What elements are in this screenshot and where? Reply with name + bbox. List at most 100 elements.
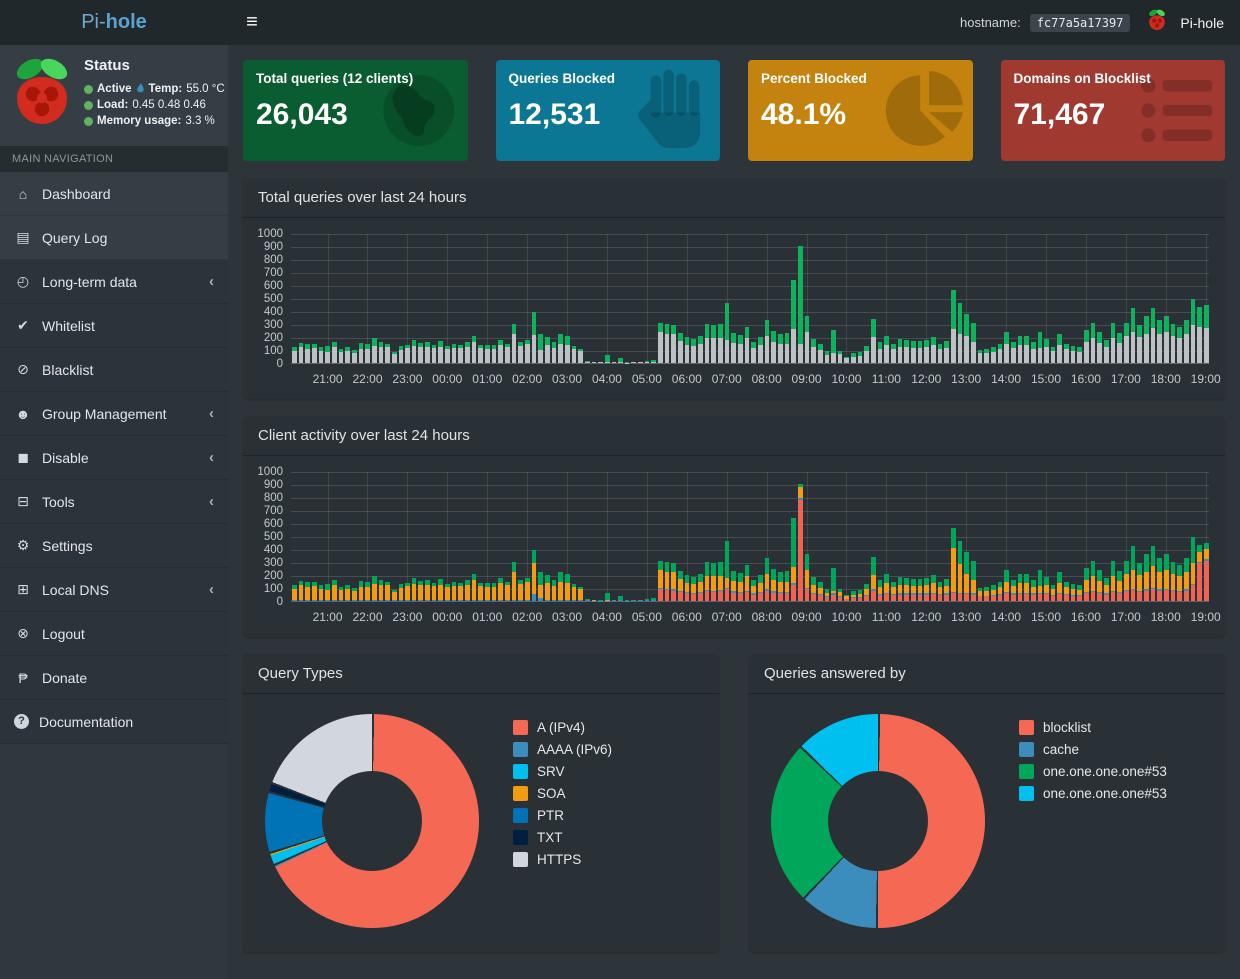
bar-slot — [630, 234, 637, 363]
sidebar-item-disable[interactable]: ◼Disable‹ — [0, 436, 228, 480]
status-title: Status — [84, 57, 225, 74]
x-tick-label: 09:00 — [792, 610, 822, 624]
legend-swatch — [513, 852, 528, 867]
bar-slot — [710, 472, 717, 601]
x-tick-label: 09:00 — [792, 372, 822, 386]
y-tick-label: 900 — [264, 241, 283, 253]
sidebar-item-tools[interactable]: ⊟Tools‹ — [0, 480, 228, 524]
legend-item[interactable]: AAAA (IPv6) — [513, 742, 612, 757]
paypal-icon: ₱ — [14, 670, 32, 686]
bar-slot — [444, 472, 451, 601]
legend-label: SRV — [537, 764, 565, 779]
bar-slot — [957, 472, 964, 601]
bar-slot — [1150, 472, 1157, 601]
legend-item[interactable]: SRV — [513, 764, 612, 779]
x-tick-label: 10:00 — [831, 372, 861, 386]
legend-item[interactable]: PTR — [513, 808, 612, 823]
bar-slot — [577, 234, 584, 363]
legend-swatch — [1019, 764, 1034, 779]
bar-slot — [551, 234, 558, 363]
legend-item[interactable]: one.one.one.one#53 — [1019, 786, 1167, 801]
bar-slot — [1023, 234, 1030, 363]
bar-slot — [950, 234, 957, 363]
bar-slot — [311, 472, 318, 601]
sidebar-item-label: Local DNS — [42, 582, 109, 598]
bar-slot — [351, 472, 358, 601]
bar-slot — [937, 472, 944, 601]
bar-slot — [983, 472, 990, 601]
sidebar-item-logout[interactable]: ⊗Logout — [0, 612, 228, 656]
sidebar-item-query-log[interactable]: ▤Query Log — [0, 216, 228, 260]
sidebar-item-long-term-data[interactable]: ◴Long-term data‹ — [0, 260, 228, 304]
sidebar-item-whitelist[interactable]: ✔Whitelist — [0, 304, 228, 348]
bar-slot — [697, 472, 704, 601]
bar-slot — [1063, 472, 1070, 601]
sidebar-item-blacklist[interactable]: ⊘Blacklist — [0, 348, 228, 392]
legend-item[interactable]: cache — [1019, 742, 1167, 757]
bar-slot — [1116, 472, 1123, 601]
sidebar: Pi-hole Status Active — [0, 0, 228, 979]
bar-slot — [650, 472, 657, 601]
raspberry-logo-icon — [1147, 8, 1167, 37]
legend-item[interactable]: TXT — [513, 830, 612, 845]
bar-slot — [837, 234, 844, 363]
bar-slot — [371, 472, 378, 601]
legend-item[interactable]: HTTPS — [513, 852, 612, 867]
bar-slot — [664, 234, 671, 363]
sidebar-item-group-management[interactable]: ☻Group Management‹ — [0, 392, 228, 436]
bar-slot — [1030, 234, 1037, 363]
x-tick-label: 23:00 — [392, 610, 422, 624]
chevron-left-icon: ‹ — [209, 273, 214, 290]
nav-section-label: MAIN NAVIGATION — [0, 146, 228, 172]
x-tick-label: 23:00 — [392, 372, 422, 386]
bar-slot — [657, 472, 664, 601]
legend-item[interactable]: SOA — [513, 786, 612, 801]
sidebar-item-local-dns[interactable]: ⊞Local DNS‹ — [0, 568, 228, 612]
bar-slot — [917, 234, 924, 363]
bar-slot — [517, 234, 524, 363]
bar-slot — [1056, 234, 1063, 363]
legend-swatch — [513, 742, 528, 757]
hamburger-menu-icon[interactable]: ≡ — [228, 11, 276, 34]
bar-slot — [298, 234, 305, 363]
bar-slot — [378, 472, 385, 601]
bar-slot — [970, 472, 977, 601]
bar-slot — [637, 234, 644, 363]
y-tick-label: 1000 — [257, 466, 283, 478]
bar-slot — [843, 472, 850, 601]
y-tick-label: 500 — [264, 293, 283, 305]
summary-cards: Total queries (12 clients)26,043Queries … — [243, 60, 1225, 161]
bar-slot — [484, 472, 491, 601]
bar-slot — [1123, 472, 1130, 601]
bar-slot — [890, 234, 897, 363]
bar-slot — [1050, 472, 1057, 601]
bar-slot — [331, 234, 338, 363]
legend-item[interactable]: one.one.one.one#53 — [1019, 764, 1167, 779]
bar-slot — [863, 234, 870, 363]
bar-slot — [1183, 234, 1190, 363]
legend-item[interactable]: A (IPv4) — [513, 720, 612, 735]
sidebar-item-label: Dashboard — [42, 186, 111, 202]
bar-slot — [1090, 472, 1097, 601]
sidebar-item-documentation[interactable]: ?Documentation — [0, 700, 228, 744]
bar-slot — [597, 234, 604, 363]
y-tick-label: 100 — [264, 345, 283, 357]
y-tick-label: 600 — [264, 518, 283, 530]
status-temp-value: 55.0 °C — [186, 81, 224, 97]
bar-slot — [1037, 234, 1044, 363]
bar-slot — [411, 234, 418, 363]
bar-slot — [391, 234, 398, 363]
bar-slot — [551, 472, 558, 601]
x-tick-label: 03:00 — [552, 610, 582, 624]
bar-slot — [810, 234, 817, 363]
legend-item[interactable]: blocklist — [1019, 720, 1167, 735]
bar-slot — [730, 234, 737, 363]
sidebar-item-donate[interactable]: ₱Donate — [0, 656, 228, 700]
sidebar-item-dashboard[interactable]: ⌂Dashboard — [0, 172, 228, 216]
bar-slot — [910, 472, 917, 601]
x-tick-label: 01:00 — [472, 372, 502, 386]
bar-slot — [877, 472, 884, 601]
sidebar-item-settings[interactable]: ⚙Settings — [0, 524, 228, 568]
y-tick-label: 200 — [264, 332, 283, 344]
bar-slot — [1163, 234, 1170, 363]
